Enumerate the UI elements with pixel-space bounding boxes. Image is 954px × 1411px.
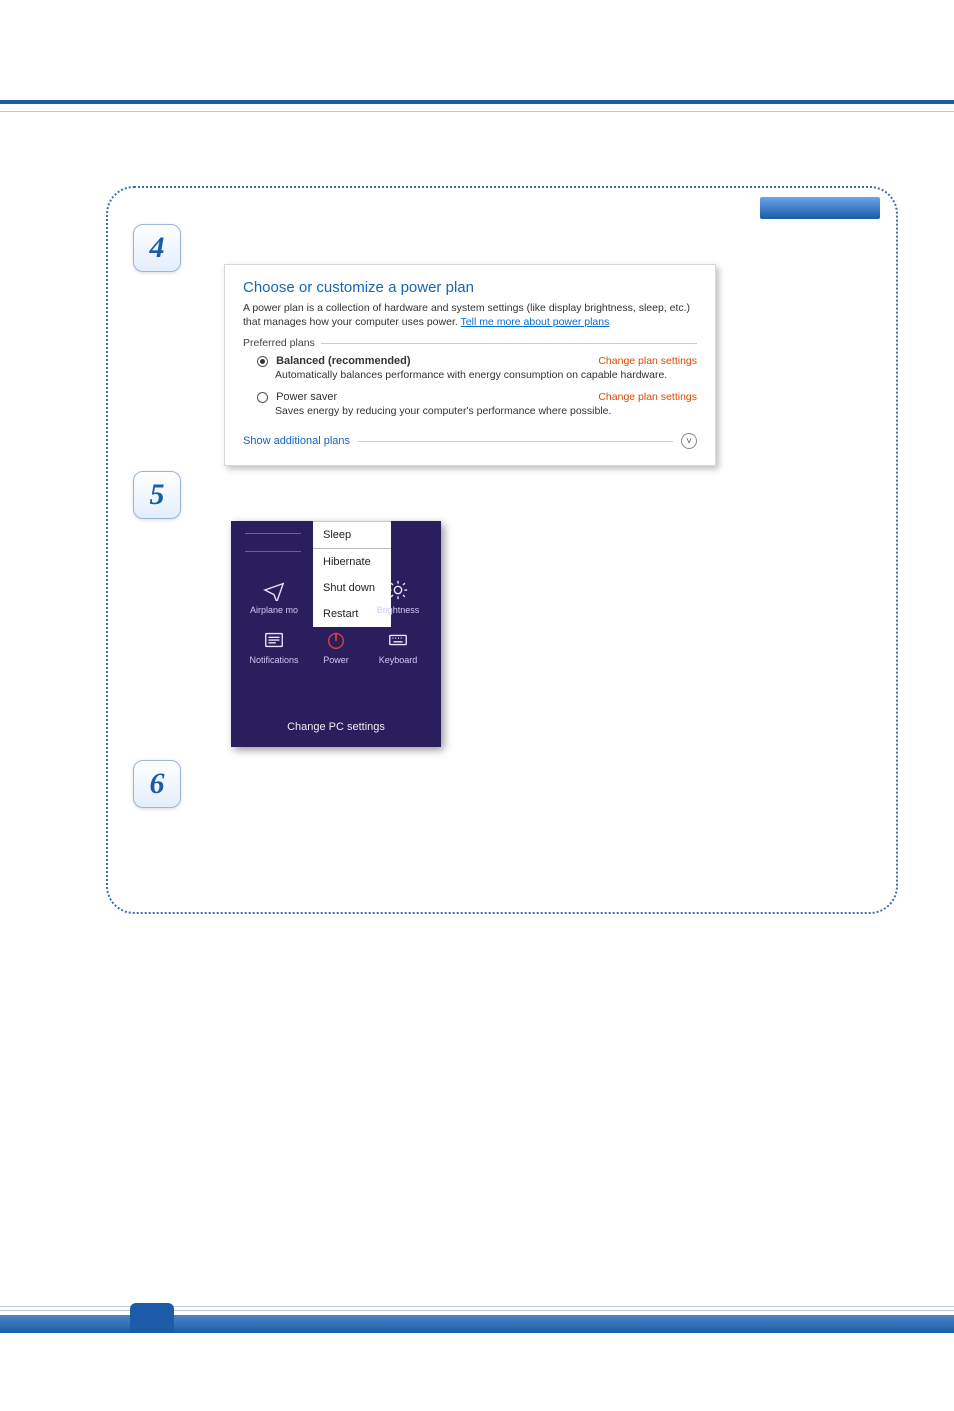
charm-power[interactable]: Power [305, 629, 367, 665]
power-menu-sleep[interactable]: Sleep [313, 522, 391, 548]
notifications-icon [263, 629, 285, 651]
plan-balanced: Balanced (recommended) Change plan setti… [257, 355, 697, 381]
plan-power-saver: Power saver Change plan settings Saves e… [257, 391, 697, 417]
charm-grid: Airplane mo Brightness Notifications Pow… [243, 579, 429, 665]
page-number-tab [130, 1303, 174, 1333]
charm-notifications-label: Notifications [249, 655, 298, 665]
charm-keyboard[interactable]: Keyboard [367, 629, 429, 665]
tell-me-more-link[interactable]: Tell me more about power plans [461, 316, 610, 328]
panel-divider [245, 533, 301, 534]
plan-balanced-name: Balanced (recommended) [276, 355, 410, 367]
show-additional-plans-label: Show additional plans [243, 435, 350, 447]
power-icon [325, 629, 347, 651]
plan-power-saver-radio-row[interactable]: Power saver [257, 391, 337, 403]
plan-power-saver-desc: Saves energy by reducing your computer's… [275, 405, 697, 417]
charm-brightness[interactable]: Brightness [367, 579, 429, 615]
header-divider [0, 100, 954, 112]
plan-balanced-desc: Automatically balances performance with … [275, 369, 697, 381]
step-6-badge: 6 [133, 760, 181, 808]
divider-line [358, 441, 673, 442]
preferred-plans-header: Preferred plans [243, 337, 697, 349]
power-menu-hibernate[interactable]: Hibernate [313, 548, 391, 575]
airplane-icon [263, 579, 285, 601]
power-options-description: A power plan is a collection of hardware… [243, 302, 697, 329]
divider-line [321, 343, 697, 344]
preferred-plans-label: Preferred plans [243, 337, 315, 349]
radio-selected-icon[interactable] [257, 356, 268, 367]
brightness-icon [387, 579, 409, 601]
charm-notifications[interactable]: Notifications [243, 629, 305, 665]
step-5-badge: 5 [133, 471, 181, 519]
radio-unselected-icon[interactable] [257, 392, 268, 403]
charm-airplane-label: Airplane mo [250, 605, 298, 615]
chevron-down-icon[interactable]: ˅ [681, 433, 697, 449]
plan-power-saver-name: Power saver [276, 391, 337, 403]
accent-label [760, 197, 880, 219]
plan-balanced-radio-row[interactable]: Balanced (recommended) [257, 355, 411, 367]
charm-airplane-mode[interactable]: Airplane mo [243, 579, 305, 615]
charm-brightness-label: Brightness [377, 605, 420, 615]
panel-divider [245, 551, 301, 552]
keyboard-icon [387, 629, 409, 651]
charm-keyboard-label: Keyboard [379, 655, 418, 665]
charm-power-label: Power [323, 655, 349, 665]
change-plan-settings-link[interactable]: Change plan settings [598, 355, 697, 367]
settings-charm-panel: Sleep Hibernate Shut down Restart Airpla… [231, 521, 441, 747]
change-pc-settings-link[interactable]: Change PC settings [231, 721, 441, 733]
power-options-window: Choose or customize a power plan A power… [224, 264, 716, 466]
power-options-title: Choose or customize a power plan [243, 279, 697, 296]
step-4-badge: 4 [133, 224, 181, 272]
show-additional-plans-row[interactable]: Show additional plans ˅ [243, 433, 697, 449]
change-plan-settings-link[interactable]: Change plan settings [598, 391, 697, 403]
